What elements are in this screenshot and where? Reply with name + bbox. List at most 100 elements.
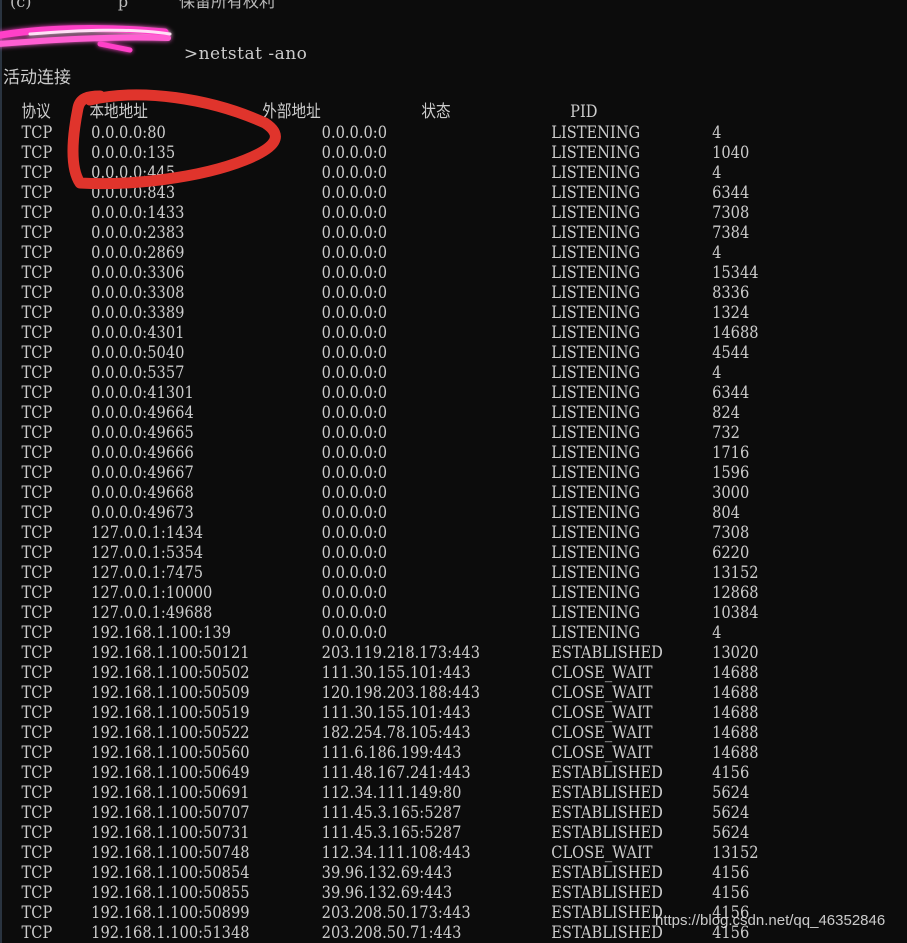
cell-state: ESTABLISHED [551,863,663,883]
cell-proto: TCP [21,183,53,203]
cell-proto: TCP [21,603,53,623]
cell-proto: TCP [21,263,53,283]
cell-local-address: 192.168.1.100:50707 [91,803,250,823]
cell-pid: 7384 [712,223,750,243]
cell-proto: TCP [21,463,53,483]
cell-state: CLOSE_WAIT [551,683,653,703]
cell-local-address: 0.0.0.0:2869 [91,243,185,263]
cell-pid: 14688 [712,723,759,743]
prompt-symbol: > [183,44,199,64]
cell-pid: 1596 [712,463,750,483]
cell-pid: 1716 [712,443,750,463]
cell-proto: TCP [21,503,53,523]
cell-proto: TCP [21,703,53,723]
cell-state: LISTENING [551,443,641,463]
cell-pid: 13152 [712,843,759,863]
cell-foreign-address: 111.6.186.199:443 [321,743,462,763]
cell-local-address: 0.0.0.0:49664 [91,403,194,423]
cell-state: ESTABLISHED [551,783,663,803]
cell-foreign-address: 0.0.0.0:0 [321,523,388,543]
cell-state: CLOSE_WAIT [551,843,653,863]
cell-pid: 3000 [712,483,750,503]
cell-proto: TCP [21,163,53,183]
cell-local-address: 192.168.1.100:50855 [91,883,250,903]
cell-pid: 4156 [712,863,750,883]
cell-proto: TCP [21,803,53,823]
cell-local-address: 0.0.0.0:49665 [91,423,194,443]
cell-foreign-address: 0.0.0.0:0 [321,543,388,563]
cell-proto: TCP [21,683,53,703]
cell-local-address: 192.168.1.100:50509 [91,683,250,703]
cell-local-address: 0.0.0.0:5357 [91,363,185,383]
cell-pid: 4 [712,243,722,263]
cell-proto: TCP [21,363,53,383]
cell-local-address: 127.0.0.1:1434 [91,523,204,543]
cell-proto: TCP [21,423,53,443]
active-connections-title: 活动连接 [3,68,71,88]
cell-pid: 14688 [712,743,759,763]
cell-pid: 10384 [712,603,759,623]
cell-local-address: 192.168.1.100:50522 [91,723,250,743]
cell-foreign-address: 111.45.3.165:5287 [321,823,462,843]
cell-state: ESTABLISHED [551,883,663,903]
cell-foreign-address: 203.119.218.173:443 [321,643,481,663]
previous-output-line: (c) p 保留所有权利 [10,0,276,11]
cell-local-address: 192.168.1.100:50899 [91,903,250,923]
cell-local-address: 192.168.1.100:50519 [91,703,250,723]
cell-state: LISTENING [551,303,641,323]
cell-state: ESTABLISHED [551,903,663,923]
cell-foreign-address: 0.0.0.0:0 [321,303,388,323]
cell-state: LISTENING [551,243,641,263]
cell-proto: TCP [21,443,53,463]
cell-local-address: 127.0.0.1:5354 [91,543,204,563]
cell-local-address: 0.0.0.0:1433 [91,203,185,223]
cell-foreign-address: 111.30.155.101:443 [321,663,471,683]
cell-local-address: 192.168.1.100:50731 [91,823,250,843]
cell-state: LISTENING [551,603,641,623]
cell-state: CLOSE_WAIT [551,723,653,743]
cell-pid: 12868 [712,583,759,603]
cell-local-address: 192.168.1.100:50121 [91,643,250,663]
cell-proto: TCP [21,903,53,923]
cell-proto: TCP [21,663,53,683]
cell-pid: 5624 [712,803,750,823]
cell-pid: 14688 [712,703,759,723]
cell-local-address: 0.0.0.0:445 [91,163,176,183]
header-foreign-address: 外部地址 [262,102,321,122]
cell-pid: 15344 [712,263,759,283]
cell-state: LISTENING [551,543,641,563]
cell-foreign-address: 0.0.0.0:0 [321,443,388,463]
cell-proto: TCP [21,123,53,143]
cell-pid: 4 [712,623,722,643]
cell-state: LISTENING [551,143,641,163]
cell-state: LISTENING [551,423,641,443]
cell-foreign-address: 111.48.167.241:443 [321,763,471,783]
cell-foreign-address: 0.0.0.0:0 [321,343,388,363]
cell-foreign-address: 0.0.0.0:0 [321,383,388,403]
cell-state: LISTENING [551,283,641,303]
header-state: 状态 [421,102,451,122]
cell-state: LISTENING [551,183,641,203]
cell-foreign-address: 203.208.50.173:443 [321,903,471,923]
cell-state: CLOSE_WAIT [551,703,653,723]
cell-local-address: 192.168.1.100:50748 [91,843,250,863]
cell-pid: 4544 [712,343,750,363]
cell-local-address: 127.0.0.1:49688 [91,603,213,623]
cell-proto: TCP [21,583,53,603]
watermark: https://blog.csdn.net/qq_46352846 [655,912,886,929]
cell-proto: TCP [21,523,53,543]
cell-local-address: 192.168.1.100:50649 [91,763,250,783]
cell-state: ESTABLISHED [551,803,663,823]
cell-state: ESTABLISHED [551,923,663,943]
cell-pid: 4 [712,163,722,183]
cell-foreign-address: 0.0.0.0:0 [321,423,388,443]
cell-proto: TCP [21,483,53,503]
cell-local-address: 127.0.0.1:10000 [91,583,213,603]
cell-pid: 7308 [712,203,750,223]
cell-pid: 5624 [712,823,750,843]
cell-foreign-address: 0.0.0.0:0 [321,223,388,243]
cell-pid: 5624 [712,783,750,803]
cell-local-address: 0.0.0.0:49666 [91,443,194,463]
cell-local-address: 192.168.1.100:50502 [91,663,250,683]
command-text: netstat -ano [198,44,308,64]
